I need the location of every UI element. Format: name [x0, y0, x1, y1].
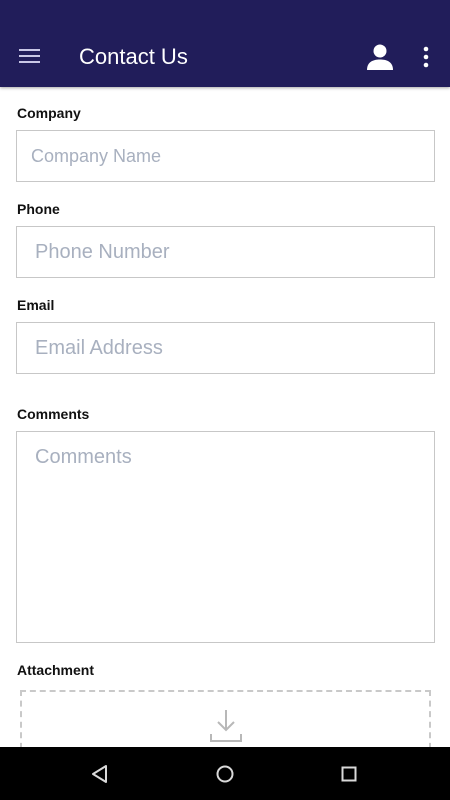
company-input[interactable] [16, 130, 435, 182]
back-icon[interactable] [89, 763, 111, 785]
more-vert-icon[interactable] [416, 44, 436, 70]
system-nav-bar [0, 747, 450, 800]
page-title: Contact Us [79, 44, 188, 69]
menu-icon[interactable] [18, 46, 42, 66]
attachment-label: Attachment [17, 662, 95, 678]
download-icon [210, 710, 242, 742]
company-label: Company [17, 105, 81, 121]
profile-icon[interactable] [365, 42, 395, 72]
home-icon[interactable] [214, 763, 236, 785]
recents-icon[interactable] [338, 763, 360, 785]
email-label: Email [17, 297, 55, 313]
comments-label: Comments [17, 406, 90, 422]
phone-input[interactable] [16, 226, 435, 278]
comments-textarea[interactable] [16, 431, 435, 643]
phone-label: Phone [17, 201, 60, 217]
email-input[interactable] [16, 322, 435, 374]
app-bar: Contact Us [0, 0, 450, 87]
